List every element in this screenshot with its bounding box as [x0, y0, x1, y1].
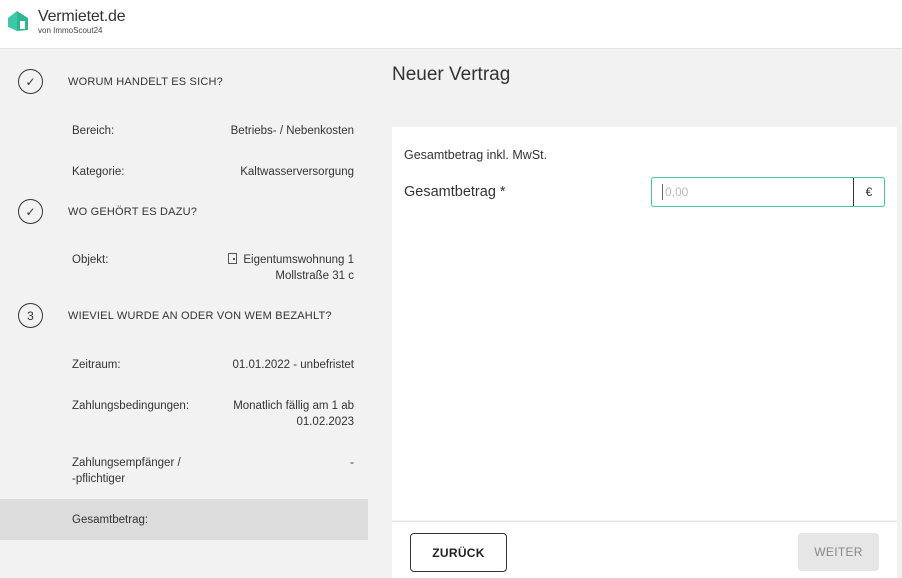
app-header: Vermietet.de von ImmoScout24 [0, 0, 902, 49]
row-label: Bereich: [72, 125, 115, 137]
amount-field-label: Gesamtbetrag * [404, 184, 506, 200]
step-2: ✓ WO GEHÖRT ES DAZU? [18, 199, 197, 224]
page-title: Neuer Vertrag [392, 64, 511, 85]
summary-row-gesamtbetrag-active: Gesamtbetrag: [0, 499, 368, 540]
currency-addon: € [853, 178, 884, 206]
summary-row-objekt: Objekt: Eigentumswohnung 1 Mollstraße 31… [72, 252, 354, 286]
back-button[interactable]: ZURÜCK [410, 533, 507, 572]
row-label: Kategorie: [72, 166, 125, 178]
row-value-secondary: Mollstraße 31 c [275, 270, 354, 282]
row-value: - [350, 457, 354, 469]
row-label: Objekt: [72, 254, 109, 266]
row-value: Eigentumswohnung 1 [243, 254, 354, 266]
row-value: Betriebs- / Nebenkosten [230, 125, 354, 137]
form-section-title: Gesamtbetrag inkl. MwSt. [404, 148, 548, 162]
form-panel: Gesamtbetrag inkl. MwSt. Gesamtbetrag * … [392, 127, 897, 520]
amount-field: € [651, 177, 885, 207]
row-label: Zahlungsempfänger / [72, 457, 181, 469]
step-done-check-icon: ✓ [18, 69, 43, 94]
building-icon [228, 253, 238, 264]
row-label: Zahlungsbedingungen: [72, 400, 190, 412]
summary-row-empfaenger: Zahlungsempfänger / -pflichtiger - [72, 455, 354, 489]
next-button[interactable]: WEITER [798, 533, 879, 571]
house-logo-icon [8, 11, 28, 31]
step-3: 3 WIEVIEL WURDE AN ODER VON WEM BEZAHLT? [18, 303, 332, 328]
row-value: Kaltwasserversorgung [240, 166, 354, 178]
step-number: 3 [18, 303, 43, 328]
step-title: WO GEHÖRT ES DAZU? [68, 205, 198, 218]
row-value: 01.01.2022 - unbefristet [232, 359, 354, 371]
step-title: WIEVIEL WURDE AN ODER VON WEM BEZAHLT? [68, 309, 332, 322]
row-label: Gesamtbetrag: [72, 514, 149, 526]
logo[interactable]: Vermietet.de von ImmoScout24 [6, 8, 126, 36]
summary-row-zahlungsbedingungen: Zahlungsbedingungen: Monatlich fällig am… [72, 398, 354, 432]
amount-input[interactable] [662, 184, 853, 200]
row-label-secondary: -pflichtiger [72, 473, 126, 485]
step-title: WORUM HANDELT ES SICH? [68, 75, 223, 88]
row-value: Monatlich fällig am 1 ab [233, 400, 354, 412]
form-footer: ZURÜCK WEITER [392, 521, 897, 578]
app-name: Vermietet.de [38, 8, 126, 25]
app-subtitle: von ImmoScout24 [38, 26, 103, 35]
step-done-check-icon: ✓ [18, 199, 43, 224]
row-value-secondary: 01.02.2023 [296, 416, 354, 428]
step-1: ✓ WORUM HANDELT ES SICH? [18, 69, 223, 94]
summary-sidebar: ✓ WORUM HANDELT ES SICH? Bereich: Betrie… [0, 49, 368, 578]
row-label: Zeitraum: [72, 359, 121, 371]
